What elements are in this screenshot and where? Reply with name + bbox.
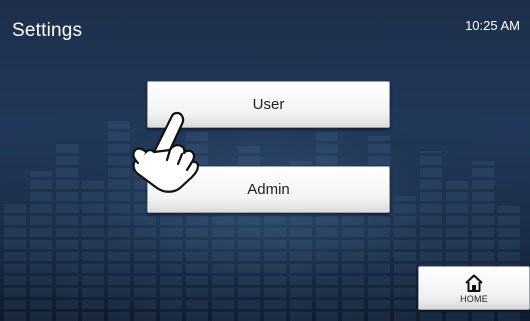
settings-screen: Settings 10:25 AM User Admin HOME bbox=[0, 0, 530, 321]
user-button-label: User bbox=[252, 96, 285, 113]
home-button[interactable]: HOME bbox=[418, 266, 530, 310]
admin-button[interactable]: Admin bbox=[147, 166, 390, 213]
admin-button-label: Admin bbox=[247, 181, 290, 198]
home-button-label: HOME bbox=[460, 293, 488, 304]
clock-time: 10:25 AM bbox=[465, 18, 520, 33]
home-icon bbox=[465, 274, 483, 292]
page-title: Settings bbox=[12, 20, 83, 41]
user-button[interactable]: User bbox=[147, 81, 390, 128]
